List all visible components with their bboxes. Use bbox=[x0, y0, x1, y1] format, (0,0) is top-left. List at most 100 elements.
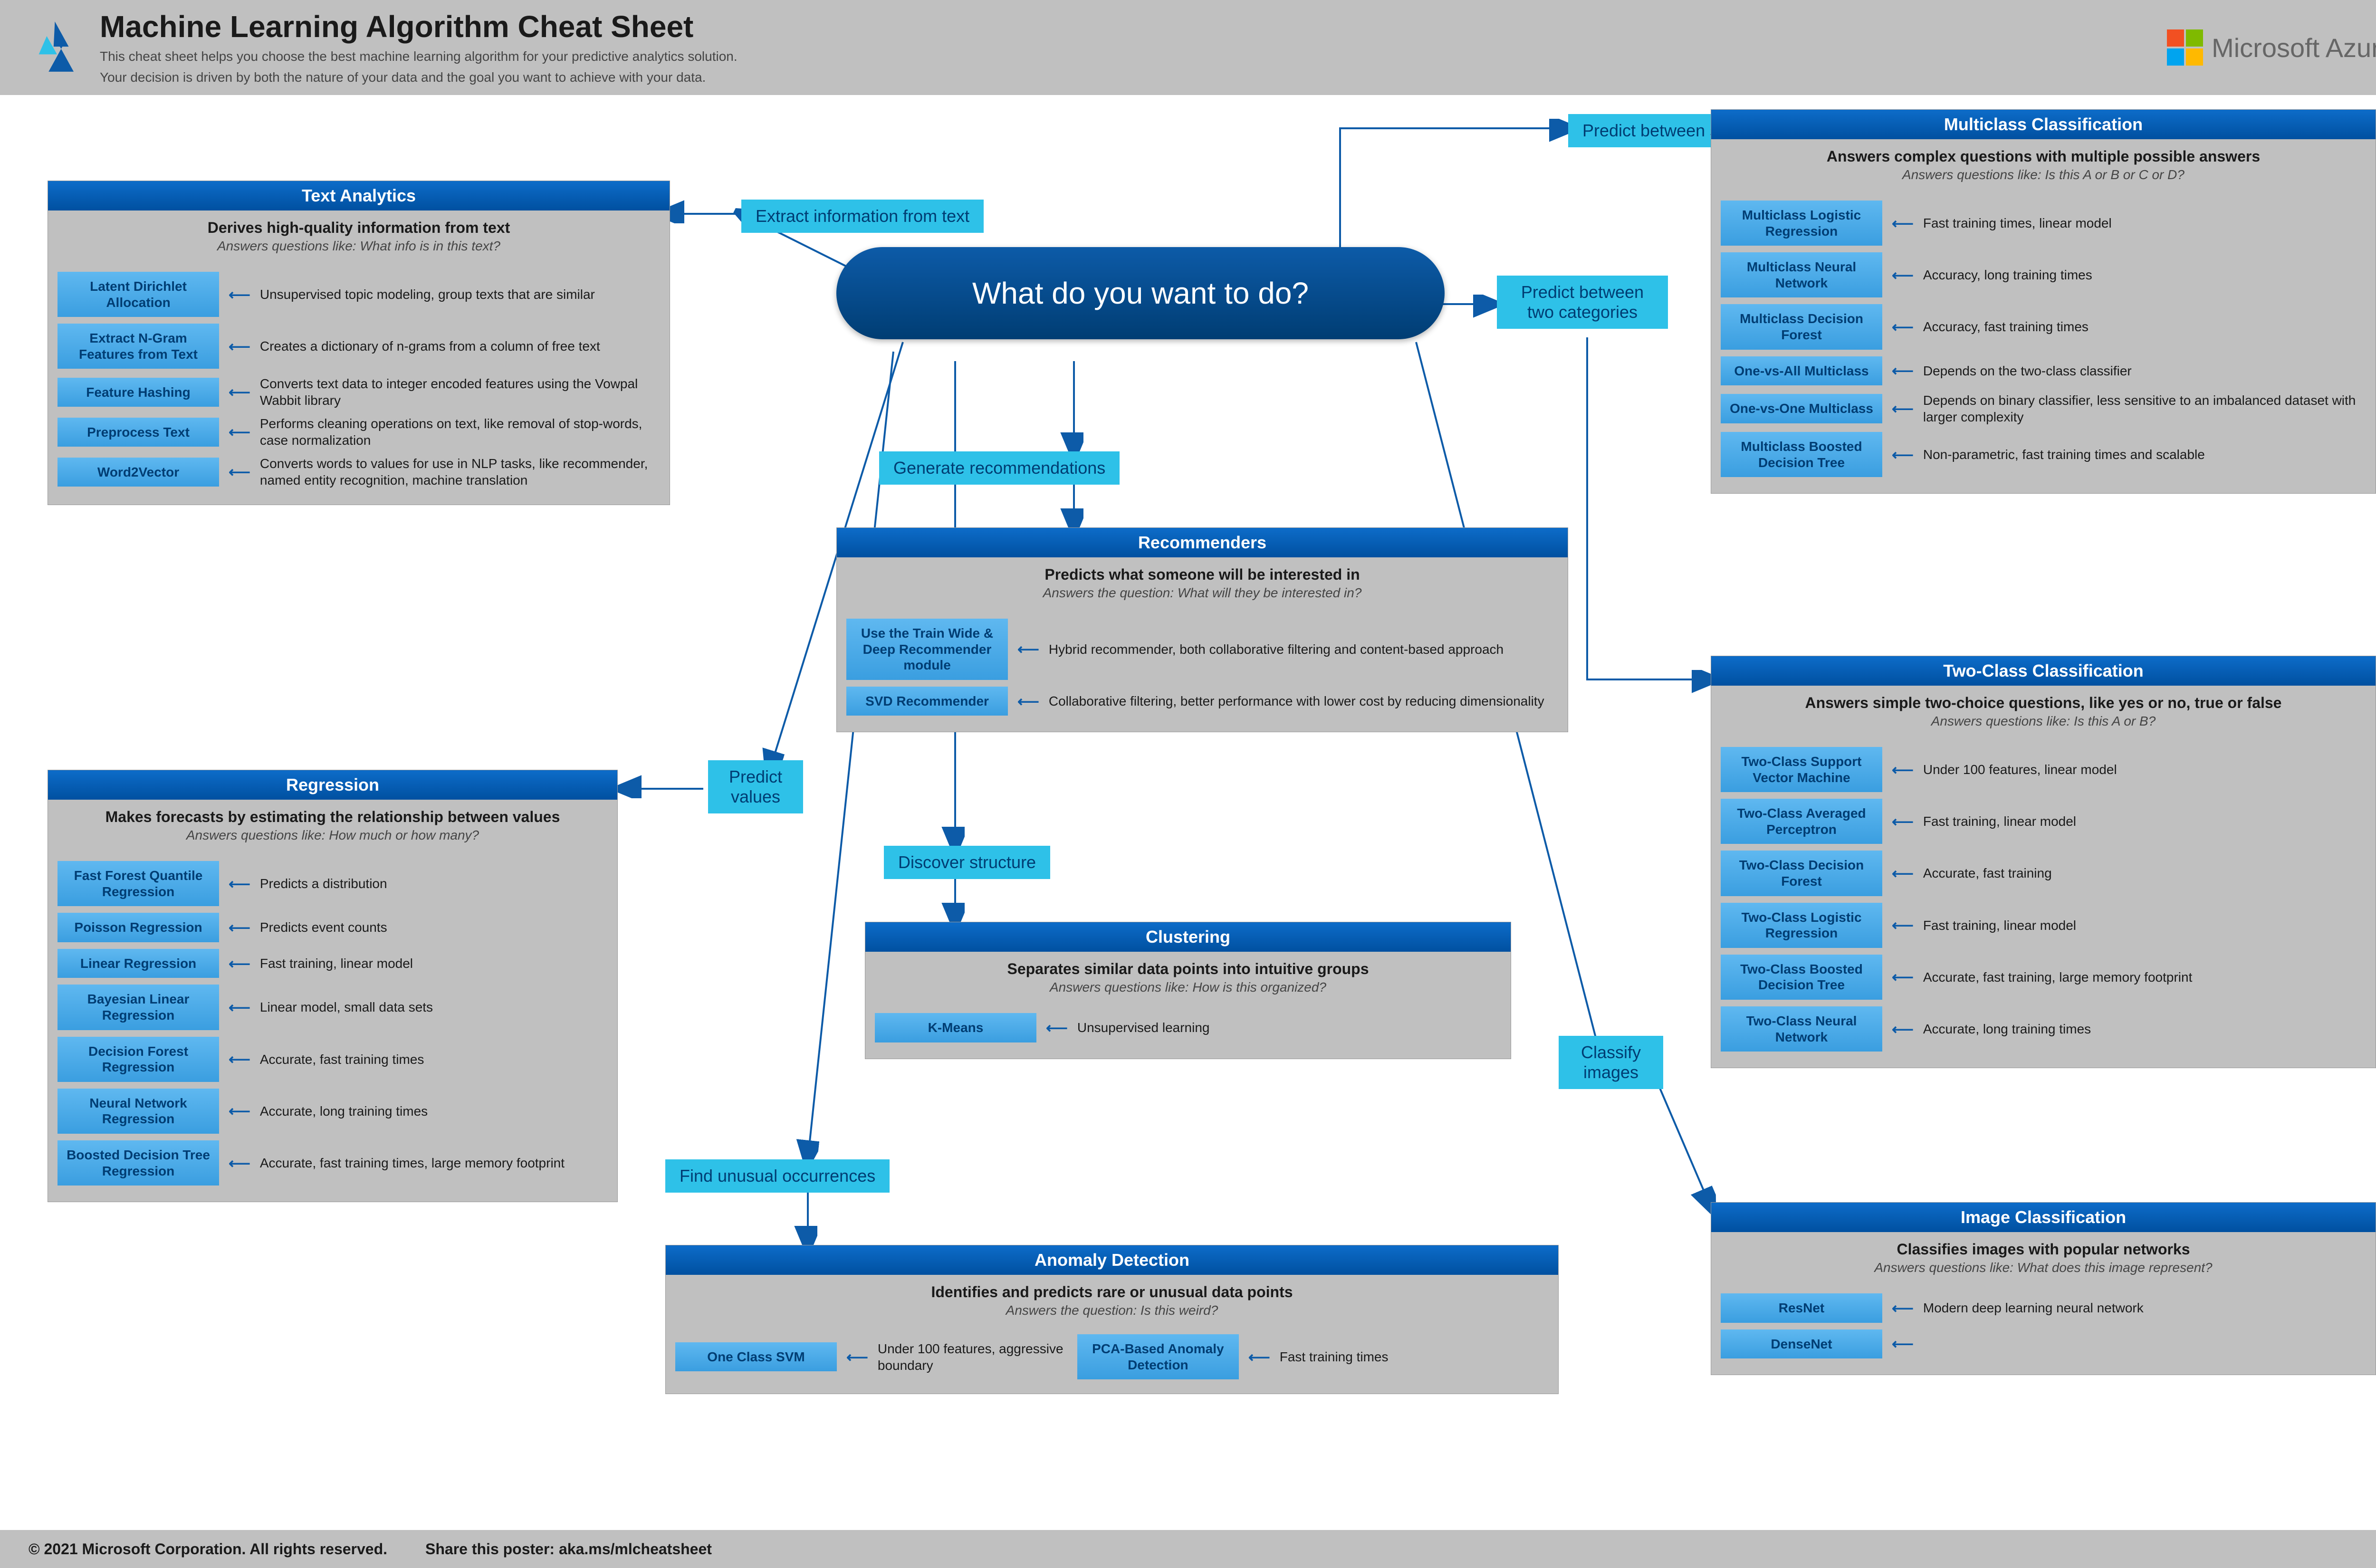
algo-name: Preprocess Text bbox=[57, 418, 219, 447]
arrow-left-icon: ⟵ bbox=[229, 286, 250, 304]
share-link: Share this poster: aka.ms/mlcheatsheet bbox=[425, 1540, 712, 1558]
box-twoclass: Two-Class Classification Answers simple … bbox=[1711, 656, 2376, 1068]
arrow-left-icon: ⟵ bbox=[1892, 813, 1914, 831]
algo-desc: Under 100 features, linear model bbox=[1923, 761, 2366, 778]
cat-header: Regression bbox=[48, 770, 617, 800]
cat-sub: Makes forecasts by estimating the relati… bbox=[48, 800, 617, 828]
algo-desc: Depends on the two-class classifier bbox=[1923, 363, 2366, 379]
items: K-Means⟵Unsupervised learning bbox=[865, 1002, 1511, 1059]
cat-header: Image Classification bbox=[1711, 1203, 2376, 1232]
box-multiclass: Multiclass Classification Answers comple… bbox=[1711, 109, 2376, 494]
items: Two-Class Support Vector Machine ⟵ Under 1… bbox=[1711, 736, 2376, 1068]
cat-header: Two-Class Classification bbox=[1711, 656, 2376, 686]
algo-name: Extract N-Gram Features from Text bbox=[57, 324, 219, 369]
items: Latent Dirichlet Allocation⟵Unsupervised… bbox=[48, 260, 670, 505]
algo-desc: Performs cleaning operations on text, li… bbox=[260, 415, 660, 449]
cat-q: Answers the question: Is this weird? bbox=[666, 1303, 1558, 1325]
cat-header: Clustering bbox=[865, 922, 1511, 952]
algo-desc: Linear model, small data sets bbox=[260, 999, 608, 1015]
algo-desc: Modern deep learning neural network bbox=[1923, 1300, 2366, 1316]
arrow-left-icon: ⟵ bbox=[1892, 1020, 1914, 1038]
algo-name: One-vs-All Multiclass bbox=[1721, 356, 1882, 386]
algorithm-row: Decision Forest Regression⟵Accurate, fas… bbox=[57, 1037, 608, 1082]
arrow-left-icon: ⟵ bbox=[1046, 1019, 1068, 1037]
algo-desc: Converts words to values for use in NLP … bbox=[260, 455, 660, 488]
arrow-left-icon: ⟵ bbox=[229, 1154, 250, 1172]
arrow-left-icon: ⟵ bbox=[229, 1102, 250, 1120]
algorithm-row: Extract N-Gram Features from Text⟵Create… bbox=[57, 324, 660, 369]
page-title: Machine Learning Algorithm Cheat Sheet bbox=[100, 9, 738, 44]
algo-desc: Collaborative filtering, better performa… bbox=[1049, 693, 1558, 709]
algo-name: Poisson Regression bbox=[57, 913, 219, 942]
algo-name: Latent Dirichlet Allocation bbox=[57, 272, 219, 317]
algo-name: Decision Forest Regression bbox=[57, 1037, 219, 1082]
algorithm-row: Linear Regression⟵Fast training, linear … bbox=[57, 949, 608, 978]
arrow-left-icon: ⟵ bbox=[1892, 362, 1914, 380]
algo-name: Multiclass Decision Forest bbox=[1721, 304, 1882, 349]
algorithm-row: Word2Vector⟵Converts words to values for… bbox=[57, 455, 660, 488]
cat-header: Multiclass Classification bbox=[1711, 110, 2376, 139]
algorithm-row: Multiclass Logistic Regression⟵Fast trai… bbox=[1721, 201, 2366, 246]
arrow-left-icon: ⟵ bbox=[1017, 640, 1039, 658]
box-image: Image Classification Classifies images w… bbox=[1711, 1202, 2376, 1375]
cat-sub: Separates similar data points into intui… bbox=[865, 952, 1511, 980]
algo-name: Boosted Decision Tree Regression bbox=[57, 1140, 219, 1186]
algo-name: Word2Vector bbox=[57, 458, 219, 487]
algo-desc: Fast training, linear model bbox=[1923, 917, 2366, 934]
header-text: Machine Learning Algorithm Cheat Sheet T… bbox=[100, 9, 738, 86]
cat-sub: Answers complex questions with multiple … bbox=[1711, 139, 2376, 167]
algorithm-row: Neural Network Regression⟵Accurate, long… bbox=[57, 1089, 608, 1134]
algo-desc: Converts text data to integer encoded fe… bbox=[260, 375, 660, 409]
algo-name: DenseNet bbox=[1721, 1329, 1882, 1359]
algo-name: Multiclass Logistic Regression bbox=[1721, 201, 1882, 246]
algorithm-row: Two-Class Boosted Decision Tree⟵Accurate… bbox=[1721, 955, 2366, 1000]
algorithm-row: Poisson Regression⟵Predicts event counts bbox=[57, 913, 608, 942]
arrow-left-icon: ⟵ bbox=[229, 875, 250, 893]
arrow-left-icon: ⟵ bbox=[1892, 266, 1914, 284]
algo-name: Linear Regression bbox=[57, 949, 219, 978]
algo-desc: Fast training, linear model bbox=[260, 955, 608, 972]
algo-desc: Accurate, long training times bbox=[1923, 1021, 2366, 1037]
brand-text: Microsoft Azure bbox=[2212, 32, 2376, 63]
algo-name: Two-Class Support Vector Machine bbox=[1721, 747, 1882, 792]
algorithm-row: Fast Forest Quantile Regression⟵Predicts… bbox=[57, 861, 608, 906]
algo-name: Multiclass Boosted Decision Tree bbox=[1721, 432, 1882, 477]
algo-desc: Accurate, fast training times bbox=[260, 1051, 608, 1068]
cat-q: Answers questions like: Is this A or B o… bbox=[1711, 167, 2376, 189]
box-clustering: Clustering Separates similar data points… bbox=[865, 922, 1511, 1059]
cat-sub: Classifies images with popular networks bbox=[1711, 1232, 2376, 1260]
arrow-left-icon: ⟵ bbox=[1892, 916, 1914, 934]
algo-name: Two-Class Averaged Perceptron bbox=[1721, 799, 1882, 844]
algorithm-row: Two-Class Support Vector Machine⟵Under 1… bbox=[1721, 747, 2366, 792]
header: Machine Learning Algorithm Cheat Sheet T… bbox=[0, 0, 2376, 95]
arrow-left-icon: ⟵ bbox=[1892, 968, 1914, 986]
algo-name: Two-Class Boosted Decision Tree bbox=[1721, 955, 1882, 1000]
algo-desc: Accuracy, fast training times bbox=[1923, 318, 2366, 335]
branch-predict-values: Predict values bbox=[708, 760, 803, 813]
algorithm-row: Use the Train Wide & Deep Recommender mo… bbox=[846, 619, 1558, 680]
algorithm-row: Two-Class Logistic Regression⟵Fast train… bbox=[1721, 903, 2366, 948]
arrow-left-icon: ⟵ bbox=[229, 337, 250, 355]
algorithm-row: Multiclass Neural Network⟵Accuracy, long… bbox=[1721, 252, 2366, 297]
branch-twoclass: Predict between two categories bbox=[1497, 276, 1668, 329]
algorithm-row: Latent Dirichlet Allocation⟵Unsupervised… bbox=[57, 272, 660, 317]
algorithm-row: K-Means⟵Unsupervised learning bbox=[875, 1013, 1501, 1042]
algo-name: PCA-Based Anomaly Detection bbox=[1077, 1334, 1239, 1379]
arrow-left-icon: ⟵ bbox=[1892, 400, 1914, 418]
algo-name: ResNet bbox=[1721, 1293, 1882, 1323]
algorithm-row: Boosted Decision Tree Regression⟵Accurat… bbox=[57, 1140, 608, 1186]
branch-extract-text: Extract information from text bbox=[741, 200, 984, 233]
algo-desc: Fast training times bbox=[1280, 1348, 1470, 1365]
algo-desc: Non-parametric, fast training times and … bbox=[1923, 446, 2366, 463]
algo-name: Use the Train Wide & Deep Recommender mo… bbox=[846, 619, 1008, 680]
algorithm-row: Feature Hashing⟵Converts text data to in… bbox=[57, 375, 660, 409]
arrow-left-icon: ⟵ bbox=[229, 383, 250, 401]
box-anomaly: Anomaly Detection Identifies and predict… bbox=[665, 1245, 1559, 1394]
cat-q: Answers the question: What will they be … bbox=[837, 585, 1568, 607]
algorithm-row: Multiclass Decision Forest⟵Accuracy, fas… bbox=[1721, 304, 2366, 349]
algo-desc: Accurate, long training times bbox=[260, 1103, 608, 1119]
algo-name: Two-Class Neural Network bbox=[1721, 1006, 1882, 1052]
cat-q: Answers questions like: What does this i… bbox=[1711, 1260, 2376, 1282]
cat-sub: Identifies and predicts rare or unusual … bbox=[666, 1275, 1558, 1303]
algorithm-row: Multiclass Boosted Decision Tree⟵Non-par… bbox=[1721, 432, 2366, 477]
